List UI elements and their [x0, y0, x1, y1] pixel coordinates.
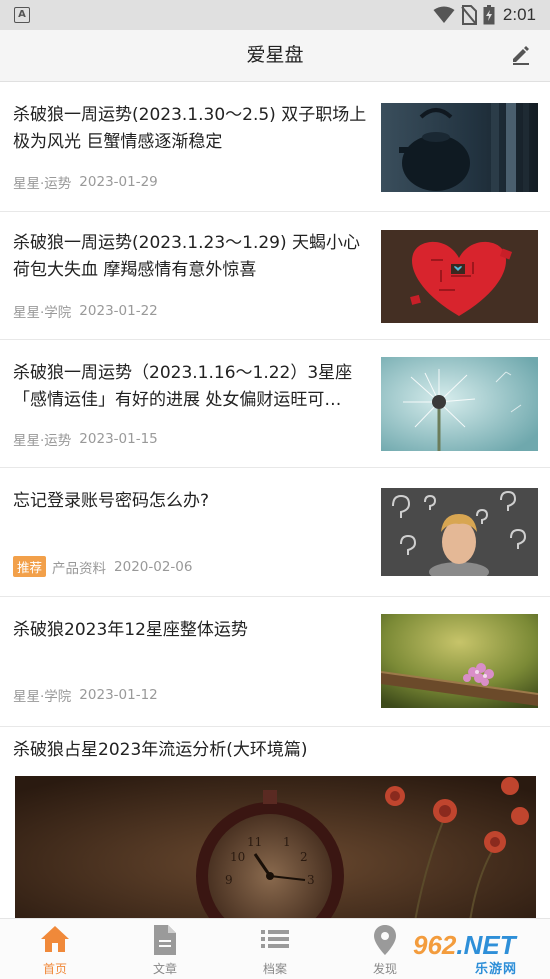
article-date: 2023-01-15 — [79, 431, 158, 447]
article-source: 星星·学院 — [13, 689, 72, 705]
svg-text:9: 9 — [225, 873, 233, 887]
document-icon — [154, 925, 176, 955]
article-source: 星星·运势 — [13, 433, 72, 449]
flowers-branch-image — [381, 614, 538, 708]
article-title: 杀破狼一周运势（2023.1.16～1.22）3星座「感情运佳」有好的进展 处女… — [13, 363, 353, 410]
article-source: 星星·运势 — [13, 176, 72, 192]
list-item[interactable]: 杀破狼一周运势(2023.1.30～2.5) 双子职场上极为风光 巨蟹情感逐渐稳… — [0, 82, 550, 212]
site-watermark-logo: 962.NET 乐游网 — [413, 930, 543, 977]
clock-roses-image: 9 3 11 1 10 2 — [15, 776, 536, 921]
watermark-subtitle: 乐游网 — [475, 962, 518, 977]
svg-text:3: 3 — [307, 873, 315, 887]
tab-articles[interactable]: 文章 — [110, 919, 220, 979]
teapot-image — [381, 103, 538, 192]
tab-home[interactable]: 首页 — [0, 919, 110, 979]
list-item[interactable]: 杀破狼一周运势（2023.1.16～1.22）3星座「感情运佳」有好的进展 处女… — [0, 340, 550, 468]
article-date: 2023-01-12 — [79, 687, 158, 703]
edit-icon[interactable] — [510, 44, 532, 66]
svg-text:2: 2 — [300, 850, 308, 864]
question-marks-image — [381, 488, 538, 576]
wifi-icon — [433, 6, 455, 23]
recommended-badge: 推荐 — [13, 556, 47, 577]
heart-puzzle-image — [381, 230, 538, 323]
article-title: 忘记登录账号密码怎么办? — [13, 491, 210, 511]
article-date: 2023-01-22 — [79, 303, 158, 319]
tab-archive-label: 档案 — [262, 962, 287, 976]
list-icon — [261, 930, 289, 948]
article-source: 产品资料 — [52, 560, 107, 577]
dandelion-image — [381, 357, 538, 451]
article-title: 杀破狼一周运势(2023.1.30～2.5) 双子职场上极为风光 巨蟹情感逐渐稳… — [13, 105, 367, 152]
svg-text:1: 1 — [283, 835, 291, 849]
no-sim-icon — [461, 5, 477, 25]
app-notification-icon: A — [14, 7, 30, 23]
app-bar: 爱星盘 — [0, 30, 550, 82]
tab-home-label: 首页 — [42, 962, 67, 976]
svg-text:10: 10 — [230, 850, 245, 864]
list-item[interactable]: 忘记登录账号密码怎么办? 推荐 产品资料 2020-02-06 — [0, 468, 550, 597]
status-time: 2:01 — [502, 5, 536, 24]
location-pin-icon — [374, 925, 396, 955]
featured-article-title: 杀破狼占星2023年流运分析(大环境篇) — [13, 740, 308, 760]
list-item[interactable]: 杀破狼一周运势(2023.1.23～1.29) 天蝎小心荷包大失血 摩羯感情有意… — [0, 212, 550, 340]
article-title: 杀破狼2023年12星座整体运势 — [13, 620, 248, 640]
watermark-suffix: .NET — [456, 930, 516, 960]
article-date: 2023-01-29 — [79, 174, 158, 190]
article-source: 星星·学院 — [13, 305, 72, 321]
home-icon — [41, 926, 69, 952]
featured-article[interactable]: 杀破狼占星2023年流运分析(大环境篇) 9 3 11 1 10 2 — [0, 727, 550, 927]
battery-icon — [483, 5, 495, 25]
tab-archive[interactable]: 档案 — [220, 919, 330, 979]
page-title: 爱星盘 — [246, 44, 304, 66]
status-bar: A 2:01 — [0, 0, 550, 30]
tab-articles-label: 文章 — [152, 962, 177, 976]
article-date: 2020-02-06 — [114, 558, 193, 575]
list-item[interactable]: 杀破狼2023年12星座整体运势 星星·学院 2023-01-12 — [0, 597, 550, 727]
article-title: 杀破狼一周运势(2023.1.23～1.29) 天蝎小心荷包大失血 摩羯感情有意… — [13, 233, 361, 280]
watermark-number: 962 — [413, 930, 457, 960]
svg-text:11: 11 — [247, 835, 262, 849]
